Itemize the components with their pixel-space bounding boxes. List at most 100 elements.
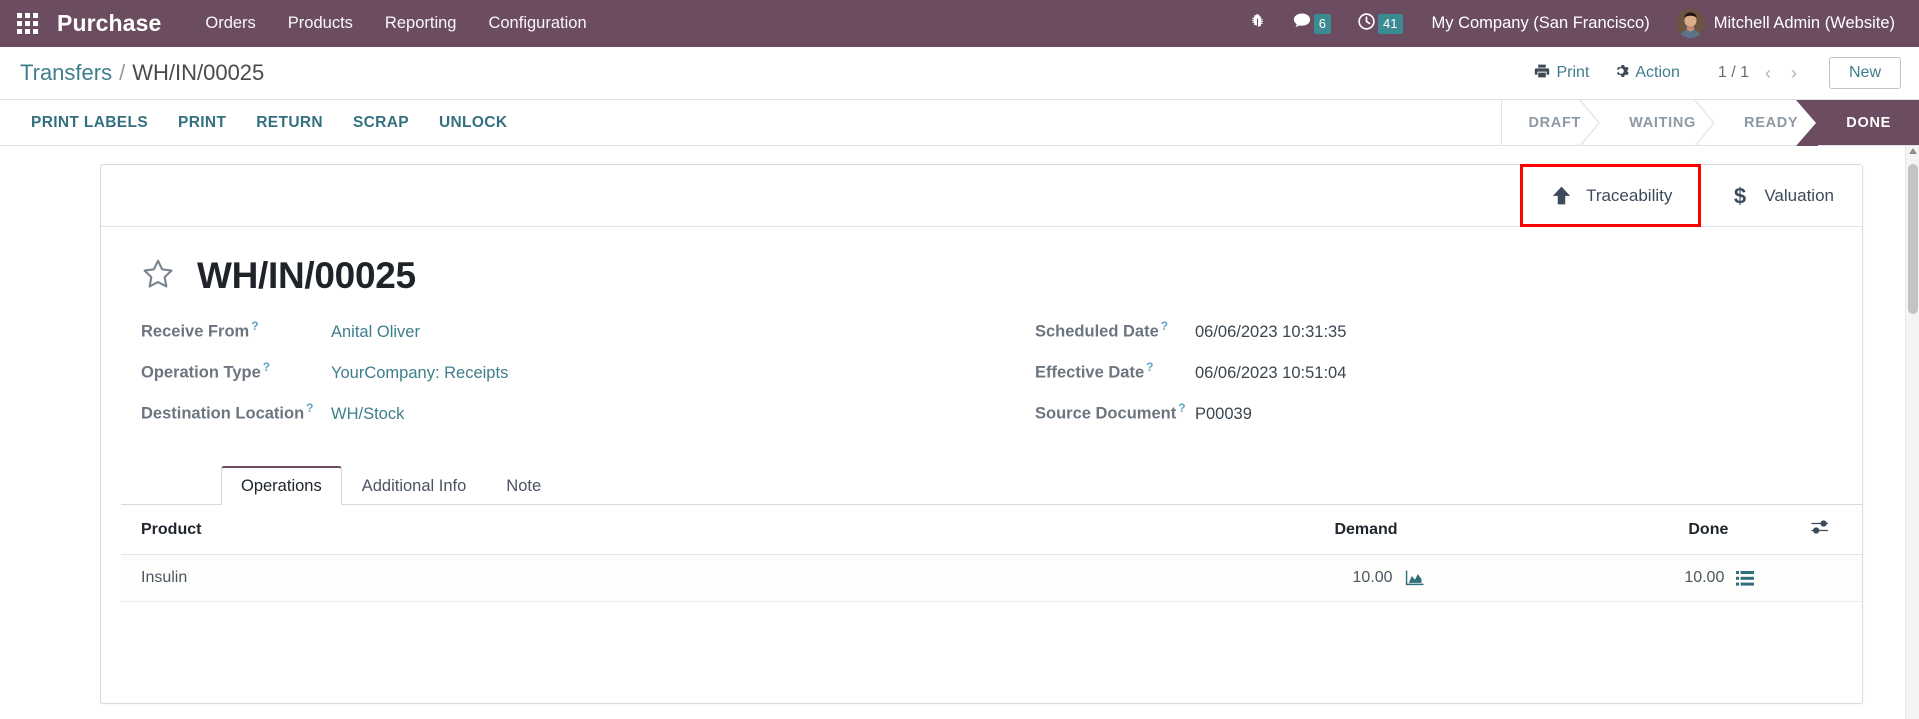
status-arrow-divider: [1694, 99, 1716, 147]
status-label-done: DONE: [1846, 114, 1891, 131]
star-outline-icon[interactable]: [141, 257, 175, 296]
vertical-scrollbar[interactable]: [1905, 146, 1919, 719]
label-text: Effective Date: [1035, 363, 1145, 382]
notebook-tabs: Operations Additional Info Note: [121, 466, 1862, 505]
valuation-smart-button[interactable]: $ Valuation: [1700, 165, 1862, 226]
table-row[interactable]: Insulin 10.00 10.00: [121, 554, 1862, 602]
help-tooltip-icon[interactable]: ?: [1161, 319, 1168, 333]
messages-button[interactable]: 6: [1279, 0, 1344, 47]
field-label-source-document: Source Document?: [1035, 401, 1195, 424]
scroll-up-arrow-icon[interactable]: [1909, 148, 1917, 154]
status-label-ready: READY: [1744, 114, 1799, 131]
action-dropdown-button[interactable]: Action: [1601, 57, 1691, 90]
arrow-up-icon: [1550, 184, 1573, 207]
menu-item-reporting[interactable]: Reporting: [369, 8, 473, 39]
traceability-label: Traceability: [1586, 185, 1673, 205]
chevron-right-icon[interactable]: ›: [1783, 60, 1805, 86]
label-text: Source Document: [1035, 404, 1177, 423]
smart-button-bar: Traceability $ Valuation: [101, 164, 1862, 227]
print-label: Print: [1556, 64, 1590, 81]
column-header-demand[interactable]: Demand: [1026, 505, 1462, 555]
status-bar: DRAFT WAITING READY DONE: [1501, 99, 1919, 147]
cell-product[interactable]: Insulin: [121, 554, 1027, 602]
page-title: WH/IN/00025: [197, 255, 416, 296]
field-destination-location: Destination Location? WH/Stock: [141, 401, 928, 425]
breadcrumb-bar: Transfers / WH/IN/00025 Print Action 1 /…: [0, 47, 1919, 100]
status-step-draft[interactable]: DRAFT: [1502, 99, 1602, 147]
table-body: Insulin 10.00 10.00: [121, 554, 1862, 602]
user-name-label: Mitchell Admin (Website): [1713, 14, 1895, 32]
label-text: Receive From: [141, 322, 250, 341]
field-scheduled-date: Scheduled Date? 06/06/2023 10:31:35: [1035, 319, 1822, 343]
field-source-document: Source Document? P00039: [1035, 401, 1822, 425]
field-operation-type: Operation Type? YourCompany: Receipts: [141, 360, 928, 384]
sliders-icon[interactable]: [1811, 519, 1829, 535]
new-record-button[interactable]: New: [1828, 57, 1901, 89]
gear-icon: [1613, 63, 1630, 84]
cell-done[interactable]: 10.00: [1461, 554, 1793, 602]
demand-cell-content: 10.00: [1026, 569, 1453, 587]
menu-item-orders[interactable]: Orders: [189, 8, 271, 39]
breadcrumb-separator: /: [119, 60, 126, 85]
field-label-operation-type: Operation Type?: [141, 360, 331, 383]
tab-additional-info[interactable]: Additional Info: [342, 466, 487, 505]
table-header-row: Product Demand Done: [121, 505, 1862, 555]
field-value-operation-type[interactable]: YourCompany: Receipts: [331, 364, 508, 383]
field-value-source-document[interactable]: P00039: [1195, 405, 1252, 424]
print-button[interactable]: PRINT: [163, 109, 241, 137]
help-tooltip-icon[interactable]: ?: [251, 319, 258, 333]
unlock-button[interactable]: UNLOCK: [424, 109, 522, 137]
column-header-product[interactable]: Product: [121, 505, 1027, 555]
dollar-sign-icon: $: [1729, 184, 1751, 208]
menu-item-products[interactable]: Products: [272, 8, 369, 39]
scrollbar-thumb[interactable]: [1908, 164, 1918, 314]
forecast-chart-icon[interactable]: [1405, 569, 1424, 587]
field-value-effective-date[interactable]: 06/06/2023 10:51:04: [1195, 364, 1346, 383]
chevron-left-icon[interactable]: ‹: [1757, 60, 1779, 86]
tab-operations[interactable]: Operations: [221, 466, 342, 505]
chat-bubble-icon: [1292, 11, 1312, 36]
company-switcher[interactable]: My Company (San Francisco): [1416, 14, 1666, 33]
label-text: Destination Location: [141, 404, 305, 423]
help-tooltip-icon[interactable]: ?: [1146, 360, 1153, 374]
menu-item-configuration[interactable]: Configuration: [472, 8, 602, 39]
done-cell-content: 10.00: [1462, 569, 1785, 587]
column-header-done[interactable]: Done: [1461, 505, 1793, 555]
user-menu[interactable]: Mitchell Admin (Website): [1666, 9, 1901, 38]
tab-note[interactable]: Note: [486, 466, 561, 505]
status-label-draft: DRAFT: [1528, 114, 1582, 131]
help-tooltip-icon[interactable]: ?: [1178, 401, 1185, 415]
field-label-receive-from: Receive From?: [141, 319, 331, 342]
debug-menu-button[interactable]: [1236, 0, 1279, 47]
column-header-optional-toggle[interactable]: [1792, 505, 1862, 555]
field-effective-date: Effective Date? 06/06/2023 10:51:04: [1035, 360, 1822, 384]
status-active-notch: [1796, 100, 1819, 146]
cell-demand[interactable]: 10.00: [1026, 554, 1462, 602]
field-value-receive-from[interactable]: Anital Oliver: [331, 323, 420, 342]
scrap-button[interactable]: SCRAP: [338, 109, 424, 137]
status-label-waiting: WAITING: [1629, 114, 1697, 131]
print-labels-button[interactable]: PRINT LABELS: [31, 109, 163, 137]
user-avatar: [1675, 9, 1705, 38]
activities-button[interactable]: 41: [1344, 0, 1415, 47]
field-label-scheduled-date: Scheduled Date?: [1035, 319, 1195, 342]
demand-value: 10.00: [1352, 569, 1393, 586]
status-arrow-divider: [1579, 99, 1601, 147]
apps-menu-button[interactable]: [10, 7, 44, 41]
traceability-smart-button[interactable]: Traceability: [1520, 164, 1702, 227]
help-tooltip-icon[interactable]: ?: [306, 401, 313, 415]
print-dropdown-button[interactable]: Print: [1522, 57, 1601, 90]
status-step-done[interactable]: DONE: [1796, 100, 1919, 146]
pager-value[interactable]: 1 / 1: [1714, 64, 1753, 82]
app-brand-purchase[interactable]: Purchase: [57, 10, 161, 37]
field-value-scheduled-date[interactable]: 06/06/2023 10:31:35: [1195, 323, 1346, 342]
breadcrumb-root-transfers[interactable]: Transfers: [20, 60, 112, 86]
field-value-destination-location[interactable]: WH/Stock: [331, 405, 404, 424]
return-button[interactable]: RETURN: [241, 109, 338, 137]
record-action-buttons: PRINT LABELS PRINT RETURN SCRAP UNLOCK: [0, 100, 1501, 145]
field-receive-from: Receive From? Anital Oliver: [141, 319, 928, 343]
help-tooltip-icon[interactable]: ?: [263, 360, 270, 374]
printer-icon: [1534, 63, 1550, 84]
detailed-operations-icon[interactable]: [1736, 570, 1755, 587]
status-step-waiting[interactable]: WAITING: [1601, 99, 1717, 147]
